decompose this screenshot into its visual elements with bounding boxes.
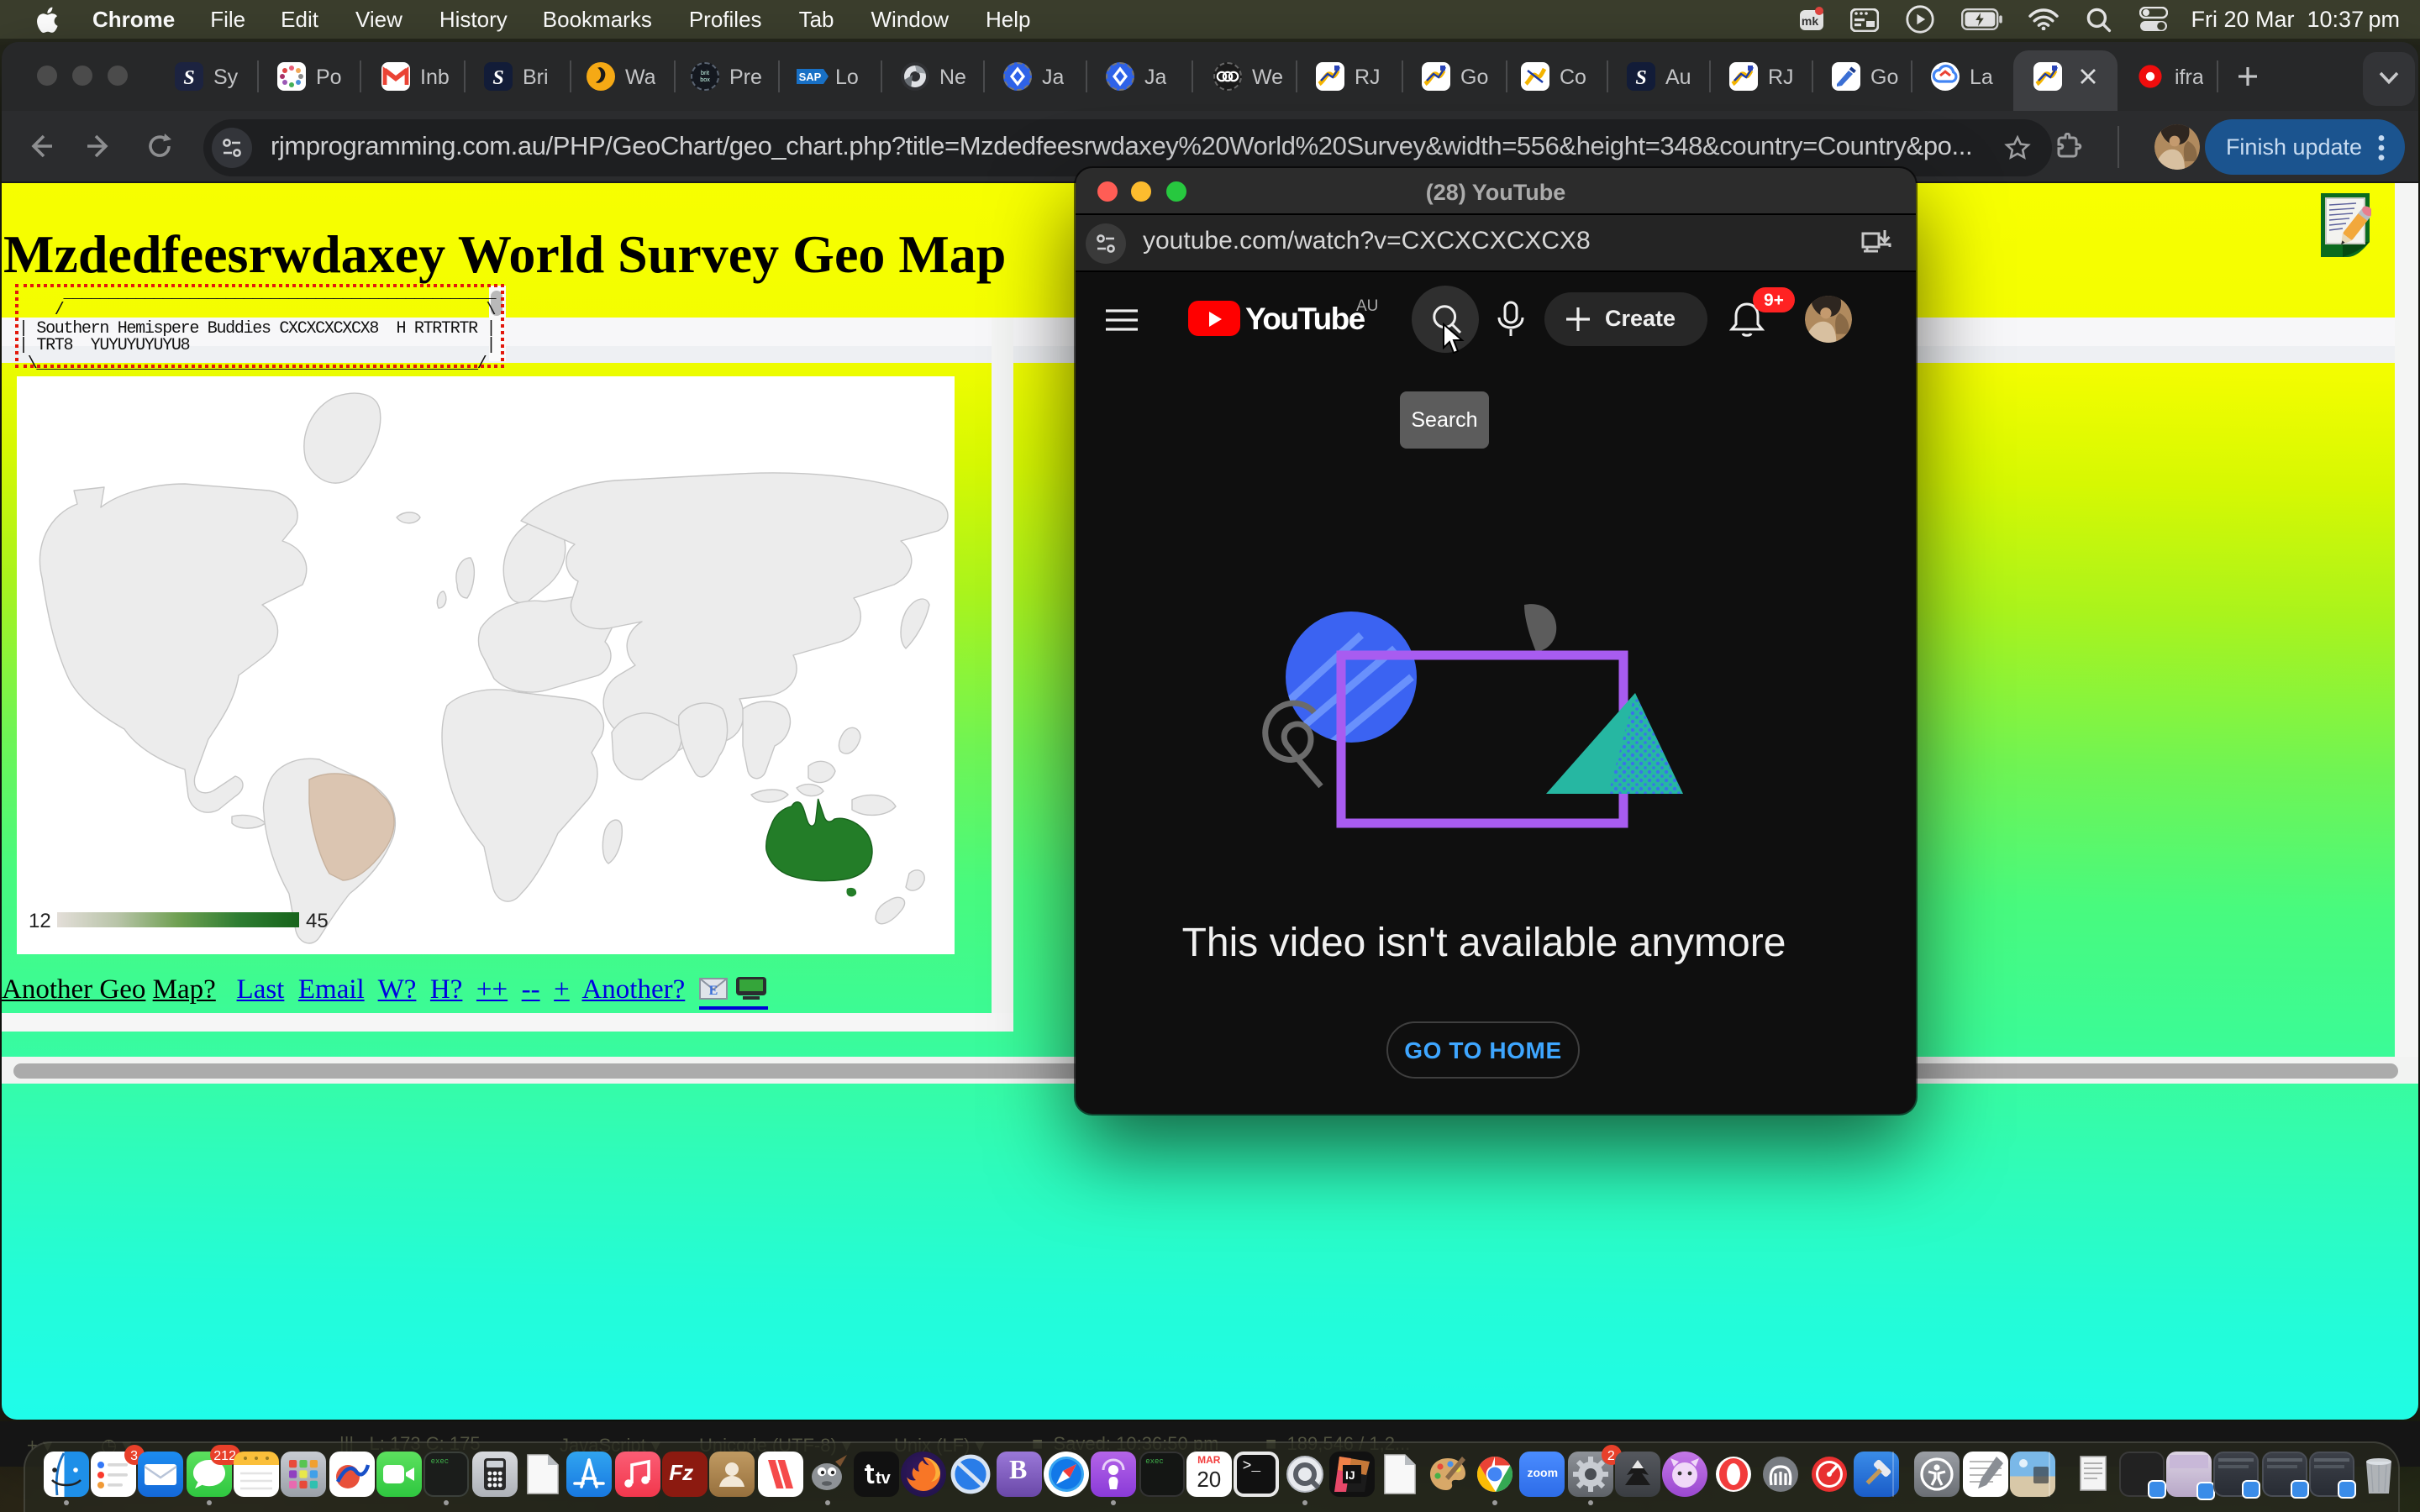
svg-text:tv: tv (875, 1469, 891, 1488)
svg-text:E: E (708, 984, 718, 998)
svg-text:SAP: SAP (799, 71, 822, 83)
svg-text:mk: mk (1801, 13, 1818, 27)
svg-text:S: S (492, 67, 503, 89)
svg-text:IJ: IJ (1345, 1468, 1355, 1482)
svg-text:S: S (1635, 67, 1646, 89)
svg-text:S: S (183, 67, 194, 89)
svg-text:box: box (700, 76, 710, 83)
